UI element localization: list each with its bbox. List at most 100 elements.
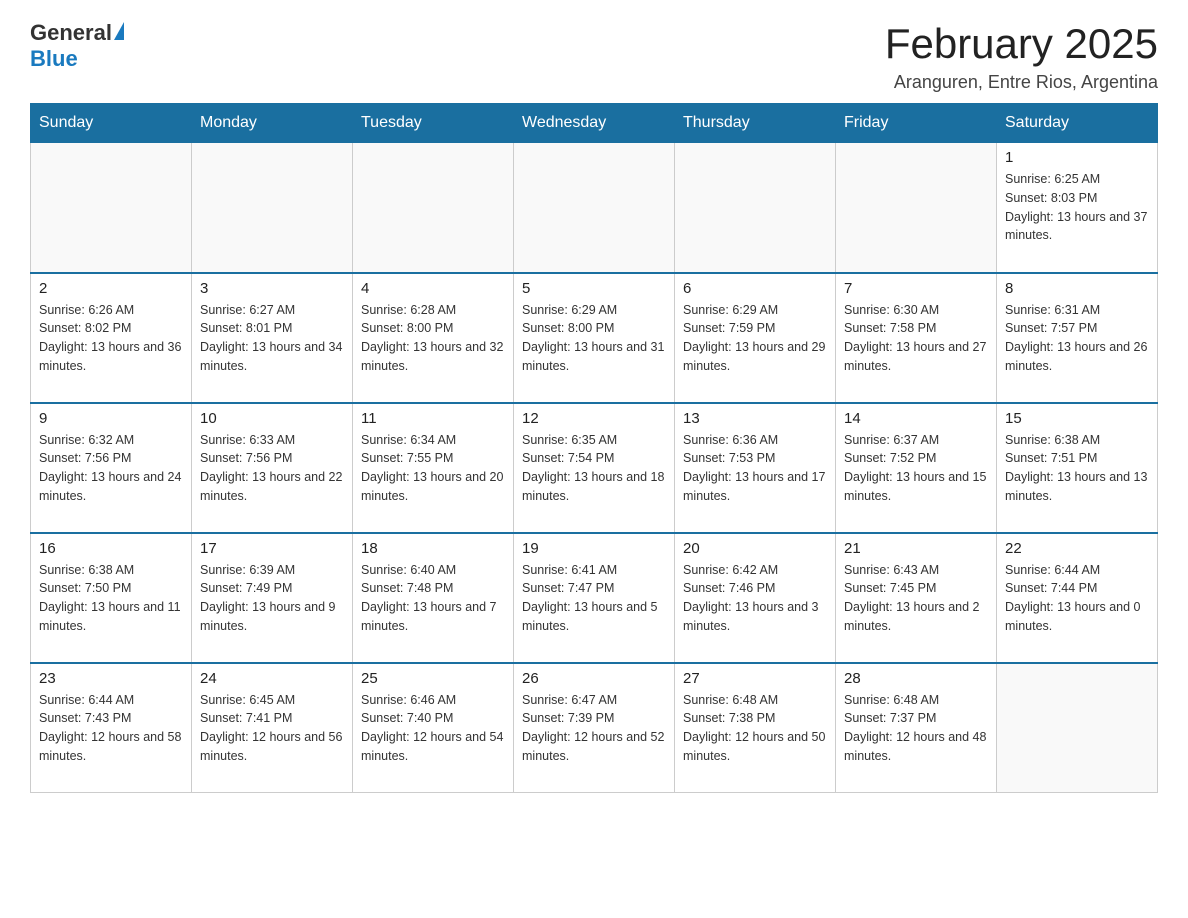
calendar-cell: 8Sunrise: 6:31 AMSunset: 7:57 PMDaylight… <box>997 273 1158 403</box>
day-number: 19 <box>522 540 666 557</box>
day-number: 11 <box>361 410 505 427</box>
calendar-table: SundayMondayTuesdayWednesdayThursdayFrid… <box>30 103 1158 793</box>
calendar-cell: 5 Sunrise: 6:29 AMSunset: 8:00 PMDaylight… <box>514 273 675 403</box>
calendar-cell <box>353 143 514 273</box>
day-number: 26 <box>522 670 666 687</box>
calendar-cell: 4 Sunrise: 6:28 AMSunset: 8:00 PMDaylight… <box>353 273 514 403</box>
calendar-cell: 28 Sunrise: 6:48 AMSunset: 7:37 PMDayligh… <box>836 663 997 793</box>
calendar-cell: 3Sunrise: 6:27 AMSunset: 8:01 PMDaylight… <box>192 273 353 403</box>
day-number: 8 <box>1005 280 1149 297</box>
day-info: Sunrise: 6:38 AMSunset: 7:50 PMDaylight:… <box>39 561 183 636</box>
day-number: 13 <box>683 410 827 427</box>
day-info: Sunrise: 6:34 AMSunset: 7:55 PMDaylight:… <box>361 431 505 506</box>
calendar-cell: 12Sunrise: 6:35 AMSunset: 7:54 PMDayligh… <box>514 403 675 533</box>
day-number: 5 <box>522 280 666 297</box>
calendar-cell: 2 Sunrise: 6:26 AMSunset: 8:02 PMDaylight… <box>31 273 192 403</box>
day-info: Sunrise: 6:39 AMSunset: 7:49 PMDaylight:… <box>200 561 344 636</box>
weekday-header-tuesday: Tuesday <box>353 104 514 143</box>
day-info: Sunrise: 6:30 AMSunset: 7:58 PMDaylight:… <box>844 301 988 376</box>
week-row-4: 16 Sunrise: 6:38 AMSunset: 7:50 PMDayligh… <box>31 533 1158 663</box>
day-info: Sunrise: 6:28 AMSunset: 8:00 PMDaylight:… <box>361 301 505 376</box>
calendar-cell: 16 Sunrise: 6:38 AMSunset: 7:50 PMDayligh… <box>31 533 192 663</box>
calendar-cell: 24Sunrise: 6:45 AMSunset: 7:41 PMDayligh… <box>192 663 353 793</box>
calendar-cell: 14 Sunrise: 6:37 AMSunset: 7:52 PMDayligh… <box>836 403 997 533</box>
calendar-cell <box>997 663 1158 793</box>
day-info: Sunrise: 6:37 AMSunset: 7:52 PMDaylight:… <box>844 431 988 506</box>
calendar-cell: 23 Sunrise: 6:44 AMSunset: 7:43 PMDayligh… <box>31 663 192 793</box>
day-info: Sunrise: 6:32 AMSunset: 7:56 PMDaylight:… <box>39 431 183 506</box>
day-number: 21 <box>844 540 988 557</box>
weekday-header-monday: Monday <box>192 104 353 143</box>
day-number: 7 <box>844 280 988 297</box>
day-number: 22 <box>1005 540 1149 557</box>
day-number: 3 <box>200 280 344 297</box>
day-info: Sunrise: 6:29 AMSunset: 7:59 PMDaylight:… <box>683 301 827 376</box>
calendar-cell: 10Sunrise: 6:33 AMSunset: 7:56 PMDayligh… <box>192 403 353 533</box>
day-info: Sunrise: 6:35 AMSunset: 7:54 PMDaylight:… <box>522 431 666 506</box>
day-number: 23 <box>39 670 183 687</box>
day-info: Sunrise: 6:29 AMSunset: 8:00 PMDaylight:… <box>522 301 666 376</box>
day-info: Sunrise: 6:47 AMSunset: 7:39 PMDaylight:… <box>522 691 666 766</box>
day-number: 20 <box>683 540 827 557</box>
day-number: 16 <box>39 540 183 557</box>
weekday-header-sunday: Sunday <box>31 104 192 143</box>
calendar-cell: 7 Sunrise: 6:30 AMSunset: 7:58 PMDaylight… <box>836 273 997 403</box>
day-info: Sunrise: 6:25 AMSunset: 8:03 PMDaylight:… <box>1005 170 1149 245</box>
logo-general-text: General <box>30 20 112 46</box>
day-number: 6 <box>683 280 827 297</box>
calendar-cell <box>514 143 675 273</box>
day-info: Sunrise: 6:44 AMSunset: 7:44 PMDaylight:… <box>1005 561 1149 636</box>
day-info: Sunrise: 6:40 AMSunset: 7:48 PMDaylight:… <box>361 561 505 636</box>
weekday-header-wednesday: Wednesday <box>514 104 675 143</box>
day-info: Sunrise: 6:45 AMSunset: 7:41 PMDaylight:… <box>200 691 344 766</box>
calendar-cell: 21 Sunrise: 6:43 AMSunset: 7:45 PMDayligh… <box>836 533 997 663</box>
day-info: Sunrise: 6:41 AMSunset: 7:47 PMDaylight:… <box>522 561 666 636</box>
week-row-2: 2 Sunrise: 6:26 AMSunset: 8:02 PMDaylight… <box>31 273 1158 403</box>
day-info: Sunrise: 6:48 AMSunset: 7:38 PMDaylight:… <box>683 691 827 766</box>
calendar-cell <box>192 143 353 273</box>
calendar-cell <box>675 143 836 273</box>
day-info: Sunrise: 6:38 AMSunset: 7:51 PMDaylight:… <box>1005 431 1149 506</box>
calendar-cell: 19 Sunrise: 6:41 AMSunset: 7:47 PMDayligh… <box>514 533 675 663</box>
day-number: 28 <box>844 670 988 687</box>
logo-triangle-icon <box>114 22 124 40</box>
month-title: February 2025 <box>885 20 1158 68</box>
calendar-cell: 9 Sunrise: 6:32 AMSunset: 7:56 PMDaylight… <box>31 403 192 533</box>
day-number: 9 <box>39 410 183 427</box>
week-row-5: 23 Sunrise: 6:44 AMSunset: 7:43 PMDayligh… <box>31 663 1158 793</box>
day-info: Sunrise: 6:48 AMSunset: 7:37 PMDaylight:… <box>844 691 988 766</box>
day-info: Sunrise: 6:26 AMSunset: 8:02 PMDaylight:… <box>39 301 183 376</box>
day-number: 14 <box>844 410 988 427</box>
day-info: Sunrise: 6:46 AMSunset: 7:40 PMDaylight:… <box>361 691 505 766</box>
weekday-header-friday: Friday <box>836 104 997 143</box>
logo-text: General <box>30 20 124 46</box>
weekday-header-saturday: Saturday <box>997 104 1158 143</box>
weekday-header-row: SundayMondayTuesdayWednesdayThursdayFrid… <box>31 104 1158 143</box>
day-number: 10 <box>200 410 344 427</box>
calendar-cell: 25 Sunrise: 6:46 AMSunset: 7:40 PMDayligh… <box>353 663 514 793</box>
week-row-1: 1Sunrise: 6:25 AMSunset: 8:03 PMDaylight… <box>31 143 1158 273</box>
logo: General Blue <box>30 20 124 72</box>
calendar-cell: 26 Sunrise: 6:47 AMSunset: 7:39 PMDayligh… <box>514 663 675 793</box>
page-header: General Blue February 2025 Aranguren, En… <box>30 20 1158 93</box>
day-info: Sunrise: 6:44 AMSunset: 7:43 PMDaylight:… <box>39 691 183 766</box>
weekday-header-thursday: Thursday <box>675 104 836 143</box>
calendar-cell: 22 Sunrise: 6:44 AMSunset: 7:44 PMDayligh… <box>997 533 1158 663</box>
calendar-cell <box>31 143 192 273</box>
logo-blue-text: Blue <box>30 46 78 72</box>
location-text: Aranguren, Entre Rios, Argentina <box>885 72 1158 93</box>
calendar-cell: 6 Sunrise: 6:29 AMSunset: 7:59 PMDaylight… <box>675 273 836 403</box>
day-number: 25 <box>361 670 505 687</box>
calendar-cell: 18Sunrise: 6:40 AMSunset: 7:48 PMDayligh… <box>353 533 514 663</box>
day-number: 15 <box>1005 410 1149 427</box>
day-number: 2 <box>39 280 183 297</box>
day-number: 4 <box>361 280 505 297</box>
calendar-cell: 11 Sunrise: 6:34 AMSunset: 7:55 PMDayligh… <box>353 403 514 533</box>
day-info: Sunrise: 6:43 AMSunset: 7:45 PMDaylight:… <box>844 561 988 636</box>
calendar-cell: 27 Sunrise: 6:48 AMSunset: 7:38 PMDayligh… <box>675 663 836 793</box>
day-info: Sunrise: 6:36 AMSunset: 7:53 PMDaylight:… <box>683 431 827 506</box>
calendar-cell: 17Sunrise: 6:39 AMSunset: 7:49 PMDayligh… <box>192 533 353 663</box>
day-info: Sunrise: 6:42 AMSunset: 7:46 PMDaylight:… <box>683 561 827 636</box>
day-number: 27 <box>683 670 827 687</box>
calendar-cell: 15 Sunrise: 6:38 AMSunset: 7:51 PMDayligh… <box>997 403 1158 533</box>
